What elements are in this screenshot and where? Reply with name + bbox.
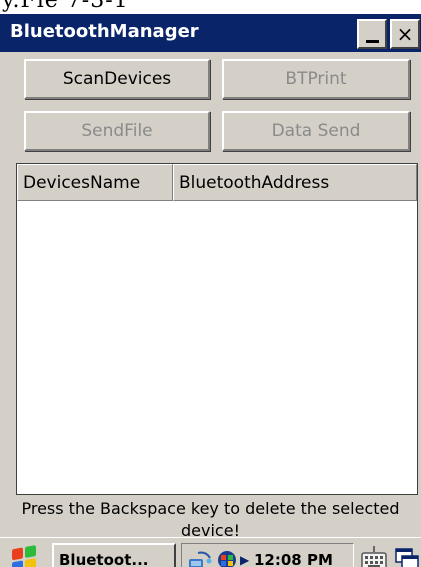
column-header-devices-name[interactable]: DevicesName	[17, 164, 173, 201]
caption-text: y.Fie 7-3-1	[2, 0, 129, 13]
system-tray: ▶ 12:08 PM	[181, 543, 354, 567]
start-button[interactable]	[4, 543, 46, 567]
close-button[interactable]: ×	[390, 19, 420, 49]
device-list[interactable]: DevicesName BluetoothAddress	[16, 163, 418, 495]
keyboard-icon[interactable]	[359, 543, 389, 567]
bt-print-button[interactable]: BTPrint	[222, 59, 410, 99]
document-caption-fragment: y.Fie 7-3-1	[0, 0, 421, 14]
minimize-icon	[366, 40, 379, 43]
clock[interactable]: 12:08 PM	[254, 544, 333, 567]
scan-devices-button[interactable]: ScanDevices	[24, 59, 210, 99]
send-file-button[interactable]: SendFile	[24, 111, 210, 151]
network-icon[interactable]	[188, 549, 212, 567]
taskbar-app-button[interactable]: Bluetoot...	[52, 543, 176, 567]
window-title: BluetoothManager	[10, 21, 199, 42]
title-bar[interactable]: BluetoothManager ×	[0, 14, 421, 52]
device-list-body[interactable]	[17, 201, 417, 494]
taskbar: Bluetoot... ▶ 12:08 PM	[0, 537, 421, 567]
device-list-header: DevicesName BluetoothAddress	[17, 164, 417, 201]
windows-flag-icon	[12, 545, 38, 567]
column-header-bluetooth-address[interactable]: BluetoothAddress	[173, 164, 417, 201]
desktop-icon[interactable]	[394, 543, 420, 567]
screen: y.Fie 7-3-1 BluetoothManager × ScanDevic…	[0, 0, 421, 567]
backspace-hint-text: Press the Backspace key to delete the se…	[21, 499, 400, 540]
expand-arrow-icon[interactable]: ▶	[240, 551, 249, 567]
bluetooth-manager-window: BluetoothManager × ScanDevices BTPrint S…	[0, 14, 421, 567]
data-send-button[interactable]: Data Send	[222, 111, 410, 151]
connectivity-icon[interactable]	[216, 549, 238, 567]
close-icon: ×	[396, 22, 414, 46]
minimize-button[interactable]	[357, 19, 387, 49]
